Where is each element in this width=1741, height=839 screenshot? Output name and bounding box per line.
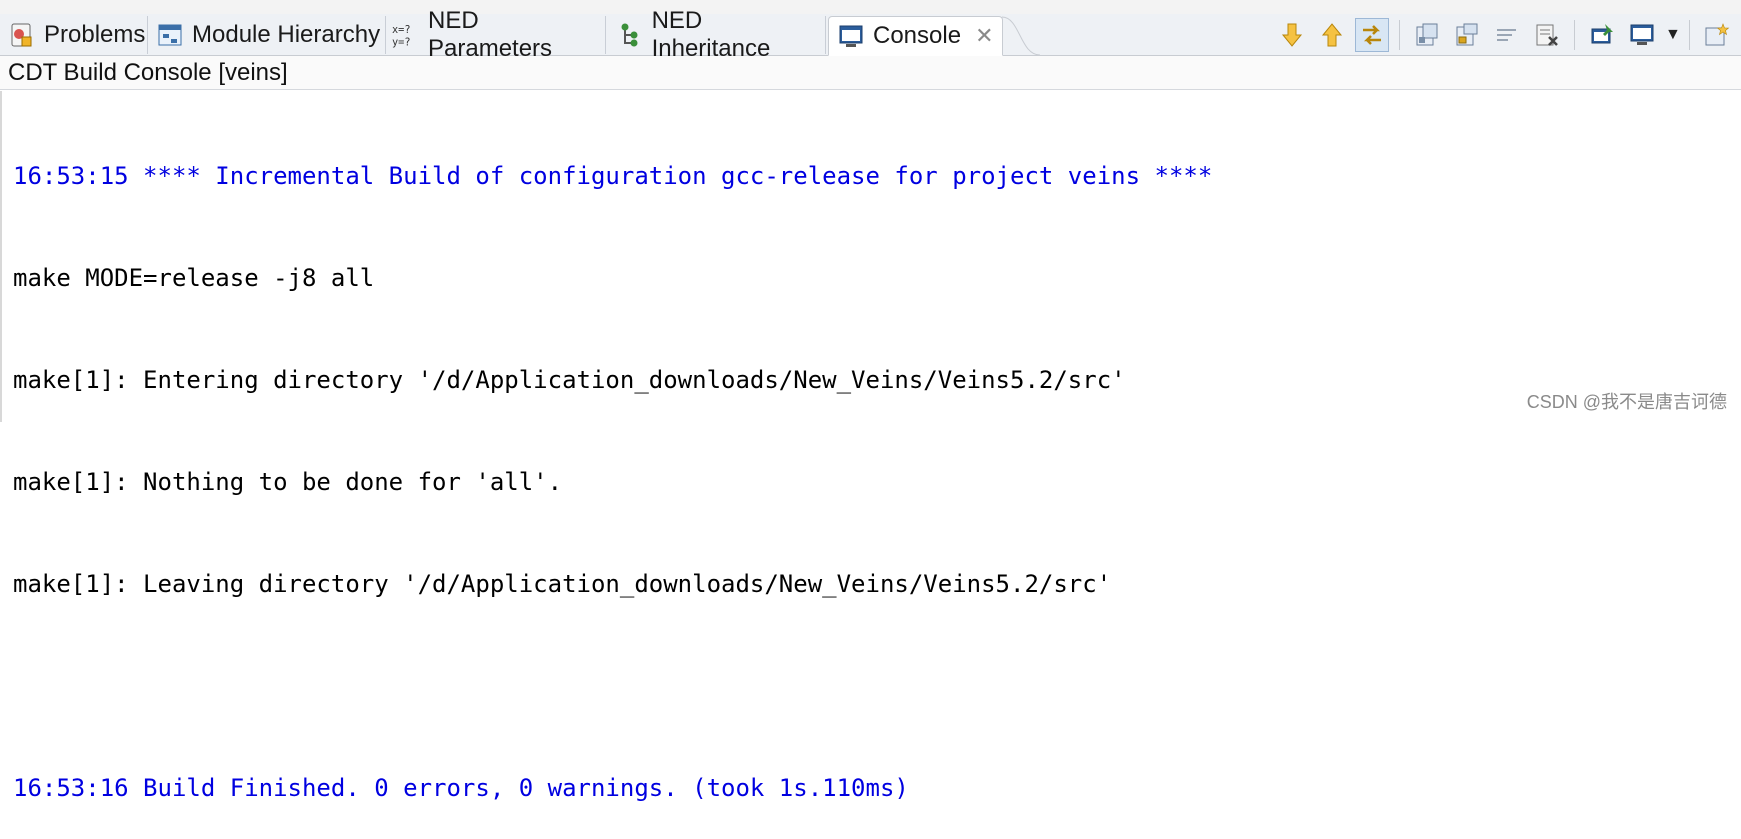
tab-ned-parameters[interactable]: x=? y=? NED Parameters [388, 7, 606, 62]
svg-text:x=?: x=? [392, 24, 411, 36]
tab-problems[interactable]: Problems [2, 16, 148, 54]
toolbar-separator [1399, 19, 1400, 50]
console-icon [837, 22, 865, 50]
tab-ned-inheritance[interactable]: NED Inheritance [608, 7, 826, 62]
tab-label: NED Inheritance [651, 7, 771, 62]
previous-annotation-icon[interactable] [1315, 18, 1349, 52]
display-console-icon[interactable] [1625, 18, 1659, 52]
open-console-icon[interactable] [1700, 18, 1734, 52]
ned-inheritance-icon [616, 21, 644, 49]
console-title: CDT Build Console [veins] [0, 56, 1741, 90]
module-hierarchy-icon [156, 21, 184, 49]
tab-label: Problems [44, 21, 146, 48]
console-toolbar: ▼ ▼ [1275, 14, 1741, 55]
chevron-down-icon[interactable]: ▼ [1665, 26, 1681, 44]
pin-console-icon[interactable] [1585, 18, 1619, 52]
scroll-lock-icon[interactable] [1450, 18, 1484, 52]
console-line: 16:53:16 Build Finished. 0 errors, 0 war… [13, 774, 909, 802]
word-wrap-icon[interactable] [1490, 18, 1524, 52]
tab-edge-curve [1002, 16, 1041, 56]
tab-label: Module Hierarchy [192, 21, 381, 48]
toolbar-separator [1574, 19, 1575, 50]
tab-module-hierarchy[interactable]: Module Hierarchy [150, 16, 386, 54]
watermark: CSDN @我不是唐吉诃德 [1526, 392, 1727, 412]
window-top-strip [0, 0, 1741, 15]
toolbar-separator [1689, 19, 1690, 50]
tab-console[interactable]: Console ✕ [828, 16, 1003, 56]
ned-parameters-icon: x=? y=? [392, 21, 420, 49]
next-annotation-icon[interactable] [1275, 18, 1309, 52]
tab-label: Console [873, 22, 962, 49]
console-line: 16:53:15 **** Incremental Build of confi… [13, 162, 1213, 190]
console-line: make[1]: Leaving directory '/d/Applicati… [13, 570, 1112, 598]
svg-text:y=?: y=? [392, 36, 411, 48]
console-line: make[1]: Nothing to be done for 'all'. [13, 468, 563, 496]
link-with-editor-icon[interactable] [1355, 17, 1389, 52]
tab-label: NED Parameters [428, 7, 553, 62]
problems-icon [8, 21, 36, 49]
console-output[interactable]: 16:53:15 **** Incremental Build of confi… [0, 91, 1741, 802]
console-line: make MODE=release -j8 all [13, 264, 375, 292]
close-icon[interactable]: ✕ [975, 23, 993, 49]
clear-console-icon[interactable] [1410, 18, 1444, 52]
remove-launch-icon[interactable] [1530, 18, 1564, 52]
console-line: make[1]: Entering directory '/d/Applicat… [13, 366, 1126, 394]
